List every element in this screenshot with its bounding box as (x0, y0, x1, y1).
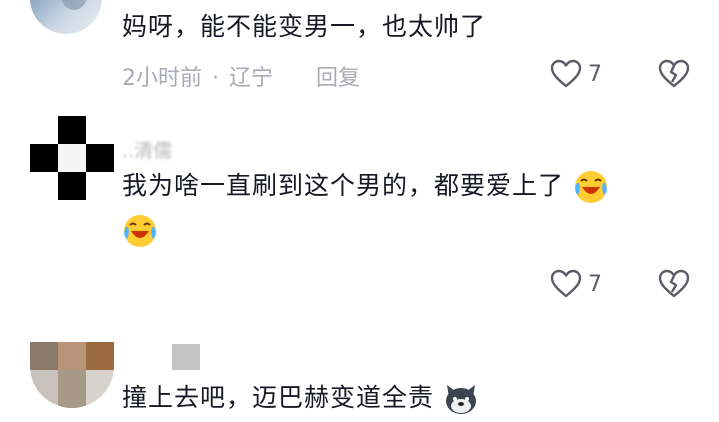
meta-separator: · (212, 66, 219, 91)
pixelated-avatar-icon (30, 116, 114, 200)
comment-text: 妈呀，能不能变男一，也太帅了 (122, 12, 487, 41)
broken-heart-icon (658, 59, 690, 88)
laughing-crying-emoji-icon (124, 215, 156, 247)
avatar[interactable] (30, 0, 102, 34)
dislike-button[interactable] (658, 269, 690, 299)
comment-meta: 2小时前 · 辽宁 回复 (122, 60, 360, 92)
comment-actions: 7 (550, 54, 690, 94)
comment-actions: 7 (550, 264, 690, 304)
comment-item: 撞上去吧，迈巴赫变道全责 (0, 310, 719, 422)
comment-text-content: 撞上去吧，迈巴赫变道全责 (122, 383, 435, 412)
broken-heart-icon (658, 269, 690, 298)
comment-item: 妈呀，能不能变男一，也太帅了 2小时前 · 辽宁 回复 7 (0, 0, 719, 110)
heart-outline-icon (550, 59, 582, 88)
pixelated-avatar-icon (30, 342, 114, 408)
username-placeholder (172, 344, 200, 370)
laughing-crying-emoji-icon (574, 171, 607, 203)
comment-text: 我为啥一直刷到这个男的，都要爱上了 (122, 164, 679, 252)
like-button[interactable]: 7 (550, 269, 618, 299)
comment-text-content: 我为啥一直刷到这个男的，都要爱上了 (122, 171, 565, 200)
husky-dog-emoji-icon (445, 385, 476, 414)
comment-username[interactable]: ..清儒 (122, 136, 172, 163)
like-count: 7 (588, 271, 602, 297)
comment-time: 2小时前 (122, 66, 202, 91)
avatar[interactable] (30, 342, 114, 408)
dislike-button[interactable] (658, 59, 690, 89)
like-count: 7 (588, 61, 602, 87)
avatar-photo-icon (61, 0, 87, 10)
avatar[interactable] (30, 116, 114, 200)
reply-button[interactable]: 回复 (316, 66, 360, 91)
heart-outline-icon (550, 269, 582, 298)
like-button[interactable]: 7 (550, 59, 618, 89)
comment-location: 辽宁 (229, 66, 274, 91)
comment-text: 撞上去吧，迈巴赫变道全责 (122, 376, 679, 420)
comment-item: ..清儒 我为啥一直刷到这个男的，都要爱上了 7 (0, 110, 719, 310)
